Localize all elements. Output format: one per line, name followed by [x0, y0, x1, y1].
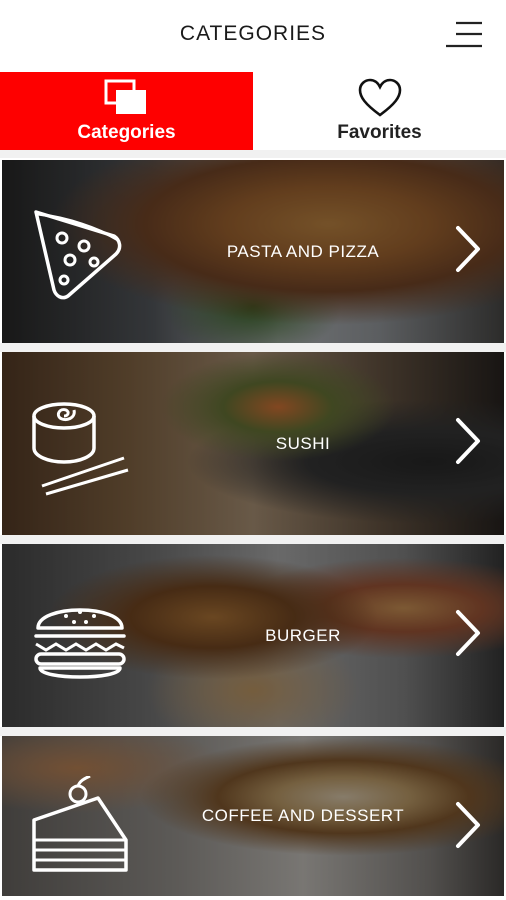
category-label: PASTA AND PIZZA	[226, 241, 380, 261]
category-card-pasta-and-pizza[interactable]: PASTA AND PIZZA	[2, 160, 504, 343]
category-card-sushi[interactable]: SUSHI	[2, 352, 504, 535]
chevron-right-icon[interactable]	[452, 416, 482, 466]
divider	[0, 150, 506, 158]
tab-categories-label: Categories	[77, 122, 176, 143]
tab-categories[interactable]: Categories	[0, 72, 253, 150]
tab-favorites-label: Favorites	[337, 122, 422, 143]
category-label: BURGER	[265, 625, 341, 645]
heart-icon	[253, 78, 506, 118]
category-card-coffee-and-dessert[interactable]: COFFEE AND DESSERT	[2, 736, 504, 896]
category-label: COFFEE AND DESSERT	[201, 806, 405, 825]
burger-icon	[34, 608, 126, 679]
category-card-burger[interactable]: BURGER	[2, 544, 504, 727]
hamburger-menu-icon[interactable]	[444, 20, 484, 50]
chevron-right-icon[interactable]	[452, 224, 482, 274]
app-header: CATEGORIES	[0, 0, 506, 72]
category-label: SUSHI	[275, 433, 331, 453]
tab-bar: Categories Favorites	[0, 72, 506, 150]
chevron-right-icon[interactable]	[452, 800, 482, 850]
chevron-right-icon[interactable]	[452, 608, 482, 658]
sushi-roll-icon	[32, 402, 129, 496]
pizza-slice-icon	[34, 210, 122, 300]
categories-stack-icon	[0, 78, 253, 118]
cake-slice-icon	[32, 776, 128, 872]
tab-favorites[interactable]: Favorites	[253, 72, 506, 150]
page-title: CATEGORIES	[179, 22, 327, 45]
